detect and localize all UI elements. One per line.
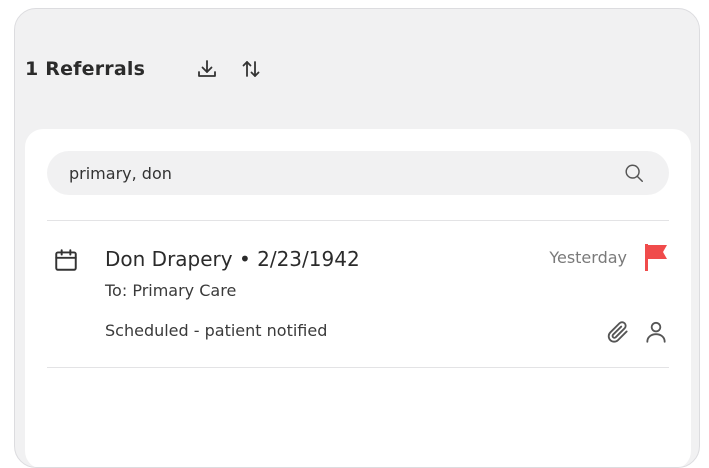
referral-status: Scheduled - patient notified [105, 321, 328, 340]
referrals-card: Don Drapery • 2/23/1942 To: Primary Care… [25, 129, 691, 467]
calendar-icon [55, 249, 77, 271]
person-icon[interactable] [643, 319, 669, 345]
patient-name-dob: Don Drapery • 2/23/1942 [105, 247, 360, 271]
referrals-header: 1 Referrals [25, 55, 265, 83]
referral-date: Yesterday [549, 248, 627, 267]
referrals-count-title: 1 Referrals [25, 58, 146, 80]
referrals-panel: 1 Referrals primary, don Don Drapery • 2… [14, 8, 700, 468]
referral-list-item[interactable]: Don Drapery • 2/23/1942 To: Primary Care… [47, 221, 669, 367]
divider [47, 367, 669, 368]
referral-destination: To: Primary Care [105, 281, 237, 300]
sort-arrows-icon[interactable] [237, 55, 265, 83]
search-input[interactable] [69, 163, 589, 183]
download-icon[interactable] [193, 55, 221, 83]
flag-icon[interactable] [643, 243, 669, 271]
search-icon[interactable] [623, 162, 645, 184]
paperclip-icon[interactable] [605, 319, 631, 345]
search-bar[interactable] [47, 151, 669, 195]
